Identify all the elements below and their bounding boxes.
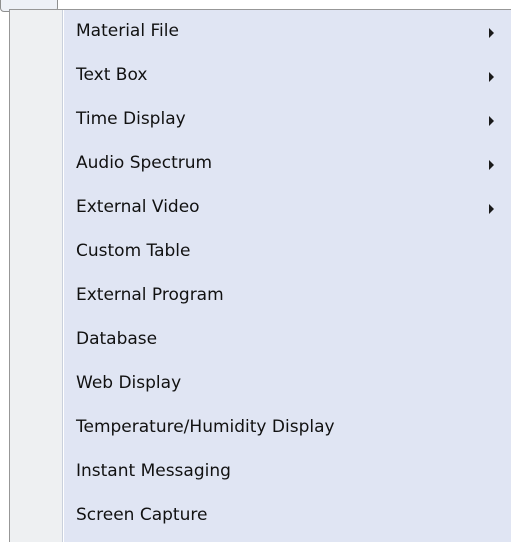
submenu-arrow-icon xyxy=(489,160,494,170)
menu-item-database[interactable]: Database xyxy=(10,318,511,362)
menu-item-label: External Video xyxy=(76,197,200,217)
menu-item-label: Custom Table xyxy=(76,241,191,261)
submenu-arrow-icon xyxy=(489,204,494,214)
menu-item-external-video[interactable]: External Video xyxy=(10,186,511,230)
menu-item-instant-messaging[interactable]: Instant Messaging xyxy=(10,450,511,494)
submenu-arrow-icon xyxy=(489,72,494,82)
menu-item-label: Web Display xyxy=(76,373,182,393)
menu-item-material-file[interactable]: Material File xyxy=(10,10,511,54)
menu-item-label: Database xyxy=(76,329,158,349)
menu-item-temperature-humidity-display[interactable]: Temperature/Humidity Display xyxy=(10,406,511,450)
menu-item-text-box[interactable]: Text Box xyxy=(10,54,511,98)
submenu-arrow-icon xyxy=(489,116,494,126)
menu-item-label: Instant Messaging xyxy=(76,461,231,481)
menu-item-label: Time Display xyxy=(76,109,186,129)
menu-item-external-program[interactable]: External Program xyxy=(10,274,511,318)
context-menu: Material File Text Box Time Display Audi… xyxy=(9,9,511,542)
screen: Material File Text Box Time Display Audi… xyxy=(0,0,511,542)
menu-item-web-display[interactable]: Web Display xyxy=(10,362,511,406)
menu-item-label: External Program xyxy=(76,285,224,305)
menu-item-label: Material File xyxy=(76,21,179,41)
menu-item-label: Audio Spectrum xyxy=(76,153,213,173)
submenu-arrow-icon xyxy=(489,28,494,38)
menu-item-screen-capture[interactable]: Screen Capture xyxy=(10,494,511,538)
menu-item-label: Screen Capture xyxy=(76,505,208,525)
menu-item-audio-spectrum[interactable]: Audio Spectrum xyxy=(10,142,511,186)
menu-item-custom-table[interactable]: Custom Table xyxy=(10,230,511,274)
menu-item-label: Temperature/Humidity Display xyxy=(76,417,335,437)
menu-item-time-display[interactable]: Time Display xyxy=(10,98,511,142)
menu-item-label: Text Box xyxy=(76,65,148,85)
